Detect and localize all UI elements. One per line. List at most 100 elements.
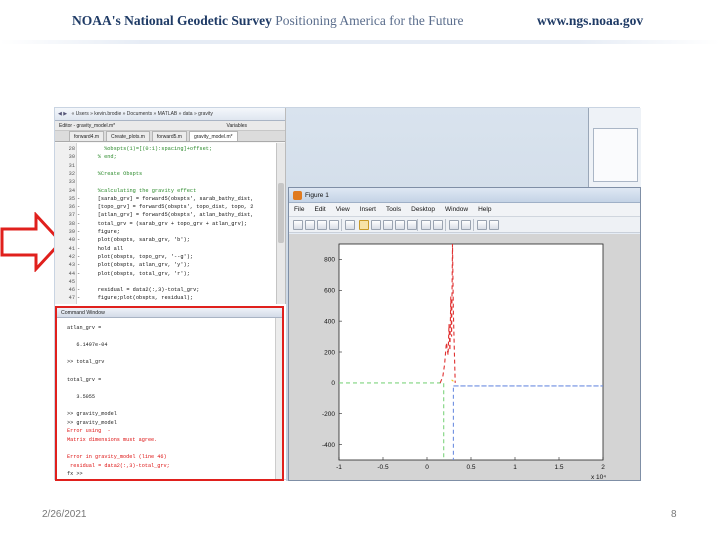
line-number: 32 bbox=[68, 170, 75, 177]
x-tick-label: 2 bbox=[601, 464, 605, 471]
pan-icon[interactable] bbox=[383, 220, 393, 230]
menu-tools[interactable]: Tools bbox=[386, 203, 407, 216]
menu-edit[interactable]: Edit bbox=[314, 203, 331, 216]
tab-forward5[interactable]: forward5.m bbox=[151, 131, 187, 141]
x-tick-label: 0 bbox=[425, 464, 429, 471]
open-icon[interactable] bbox=[305, 220, 315, 230]
editor-title: Editor - gravity_model.m* Variables bbox=[55, 121, 285, 131]
link-icon[interactable] bbox=[433, 220, 443, 230]
back-forward-icon[interactable]: ◀ ▶ bbox=[58, 111, 67, 117]
code-line[interactable]: 36- [topo_grv] = forward5(obspts', topo_… bbox=[55, 203, 277, 211]
axes-box bbox=[338, 243, 604, 461]
output-line: atlan_grv = bbox=[67, 325, 102, 331]
tab-create-plots[interactable]: Create_plots.m bbox=[106, 131, 150, 141]
menu-insert[interactable]: Insert bbox=[360, 203, 382, 216]
figure-window: Figure 1 File Edit View Insert Tools Des… bbox=[288, 187, 641, 481]
error-line: Matrix dimensions must agree. bbox=[67, 436, 158, 443]
show-plot-tools-icon[interactable] bbox=[489, 220, 499, 230]
error-line: residual = data2(:,3)-total_grv; bbox=[67, 462, 170, 469]
plot-area: -1 -0.5 0 0.5 1 1.5 2 800 600 400 200 0 -200 -400 x 10… bbox=[289, 234, 641, 481]
variables-tab[interactable]: Variables bbox=[227, 123, 247, 129]
hide-plot-tools-icon[interactable] bbox=[477, 220, 487, 230]
code-line[interactable]: 31 bbox=[55, 162, 277, 170]
menu-view[interactable]: View bbox=[336, 203, 356, 216]
rotate-icon[interactable] bbox=[395, 220, 405, 230]
background-window[interactable] bbox=[588, 108, 641, 190]
code-line[interactable]: 34 %calculating the gravity effect bbox=[55, 187, 277, 195]
code-line[interactable]: 32 %Create Obspts bbox=[55, 170, 277, 178]
line-number: 28 bbox=[68, 146, 75, 152]
code-line[interactable]: 37- [atlan_grv] = forward5(obspts', atla… bbox=[55, 211, 277, 219]
new-figure-icon[interactable] bbox=[293, 220, 303, 230]
header-rule bbox=[0, 40, 720, 44]
legend-icon[interactable] bbox=[461, 220, 471, 230]
command-window[interactable]: Command Window atlan_grv = 6.1497e-04 >> … bbox=[55, 306, 284, 481]
save-icon[interactable] bbox=[317, 220, 327, 230]
toolbar-separator bbox=[417, 219, 418, 231]
line-marker: - bbox=[77, 245, 81, 252]
line-marker: - bbox=[77, 195, 81, 202]
line-number: 39 bbox=[68, 229, 75, 235]
x-tick-label: 1 bbox=[513, 464, 517, 471]
menu-window[interactable]: Window bbox=[445, 203, 474, 216]
colorbar-icon[interactable] bbox=[449, 220, 459, 230]
code-line[interactable]: 35- [sarab_grv] = forward5(obspts', sara… bbox=[55, 195, 277, 203]
code-area[interactable]: 28 %obspts(1)=[(0:1):spacing]+offset; 30 … bbox=[55, 143, 277, 304]
line-marker: - bbox=[77, 270, 81, 277]
code-line[interactable]: 47- figure;plot(obspts, residual); bbox=[55, 294, 277, 302]
breadcrumb[interactable]: « Users » kevin.brodie » Documents » MAT… bbox=[71, 111, 212, 117]
data-cursor-icon[interactable] bbox=[407, 220, 417, 230]
line-number: 41 bbox=[68, 245, 75, 252]
line-marker: - bbox=[77, 204, 81, 211]
code-line[interactable]: 30 % end; bbox=[55, 153, 277, 161]
scroll-thumb[interactable] bbox=[278, 183, 284, 243]
tab-gravity-model[interactable]: gravity_model.m* bbox=[188, 131, 238, 141]
line-number: 31 bbox=[68, 162, 75, 169]
line-number: 35 bbox=[68, 195, 75, 202]
editor-scrollbar[interactable] bbox=[276, 143, 285, 304]
code-line[interactable]: 46- residual = data2(:,3)-total_grv; bbox=[55, 286, 277, 294]
x-axis-exponent: x 10⁴ bbox=[591, 474, 606, 481]
code-line[interactable]: 38- total_grv = (sarab_grv + topo_grv + … bbox=[55, 220, 277, 228]
menu-file[interactable]: File bbox=[294, 203, 310, 216]
code-line[interactable]: 44- plot(obspts, total_grv, 'r'); bbox=[55, 270, 277, 278]
command-window-scrollbar[interactable] bbox=[275, 318, 282, 479]
command-window-title: Command Window bbox=[57, 308, 282, 318]
line-chart[interactable]: -1 -0.5 0 0.5 1 1.5 2 800 600 400 200 0 -200 -400 x 10… bbox=[289, 234, 641, 481]
tab-forward4[interactable]: forward4.m bbox=[69, 131, 105, 141]
figure-menubar: File Edit View Insert Tools Desktop Wind… bbox=[289, 203, 640, 217]
code-line[interactable]: 39- figure; bbox=[55, 228, 277, 236]
line-number: 40 bbox=[68, 237, 75, 244]
print-icon[interactable] bbox=[329, 220, 339, 230]
toolbar-separator bbox=[473, 219, 474, 231]
brush-icon[interactable] bbox=[421, 220, 431, 230]
line-marker: - bbox=[77, 220, 81, 227]
code-line[interactable]: 42- plot(obspts, topo_grv, '--g'); bbox=[55, 253, 277, 261]
zoom-in-icon[interactable] bbox=[359, 220, 369, 230]
code-line[interactable]: 40- plot(obspts, sarab_grv, 'b'); bbox=[55, 236, 277, 244]
code-line[interactable]: 41- hold all bbox=[55, 245, 277, 253]
line-number: 45 bbox=[68, 278, 75, 285]
output-line: >> total_grv bbox=[67, 359, 105, 366]
line-marker: - bbox=[77, 229, 81, 235]
code-text: %Create Obspts bbox=[85, 170, 143, 177]
address-bar[interactable]: ◀ ▶ « Users » kevin.brodie » Documents »… bbox=[55, 108, 285, 121]
code-text: plot(obspts, topo_grv, '--g'); bbox=[85, 253, 194, 260]
code-text: [sarab_grv] = forward5(obspts', sarab_ba… bbox=[85, 195, 254, 202]
code-line[interactable]: 33 bbox=[55, 178, 277, 186]
line-number: 30 bbox=[68, 154, 75, 161]
line-number: 37 bbox=[68, 212, 75, 219]
output-line: >> gravity_model bbox=[67, 411, 117, 417]
matlab-figure-icon bbox=[293, 191, 302, 200]
line-marker: - bbox=[77, 287, 81, 294]
code-line[interactable]: 43- plot(obspts, atlan_grv, 'y'); bbox=[55, 261, 277, 269]
menu-help[interactable]: Help bbox=[478, 203, 497, 216]
code-line[interactable]: 28 %obspts(1)=[(0:1):spacing]+offset; bbox=[55, 145, 277, 153]
zoom-out-icon[interactable] bbox=[371, 220, 381, 230]
code-text: plot(obspts, atlan_grv, 'y'); bbox=[85, 262, 190, 269]
menu-desktop[interactable]: Desktop bbox=[411, 203, 441, 216]
code-line[interactable]: 45 bbox=[55, 278, 277, 286]
edit-plot-icon[interactable] bbox=[345, 220, 355, 230]
line-number: 47 bbox=[68, 295, 75, 302]
figure-title-bar[interactable]: Figure 1 bbox=[289, 188, 640, 203]
